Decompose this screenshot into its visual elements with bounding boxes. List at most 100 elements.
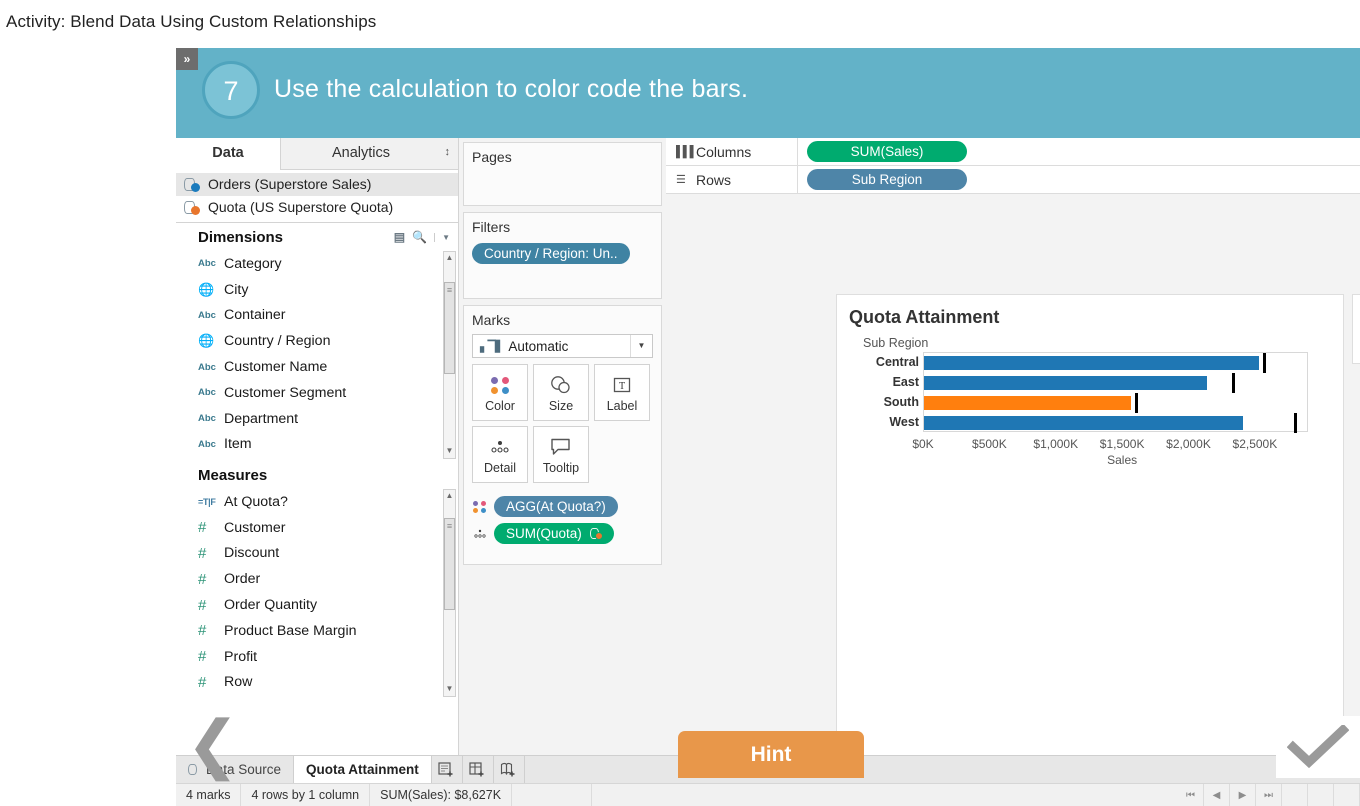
size-button[interactable]: Size	[533, 364, 589, 421]
filters-card[interactable]: Filters Country / Region: Un..	[463, 212, 662, 299]
scroll-down-arrow[interactable]: ▼	[444, 445, 455, 458]
grid-view-icon[interactable]: ▤	[394, 230, 405, 244]
data-source-orders[interactable]: Orders (Superstore Sales)	[176, 173, 458, 196]
filters-title: Filters	[472, 219, 511, 235]
new-story-icon[interactable]	[494, 756, 525, 783]
x-tick-4: $2,000K	[1166, 437, 1211, 451]
tooltip-button[interactable]: Tooltip	[533, 426, 589, 483]
measure-item-label: Order	[224, 571, 261, 588]
nav-last-button[interactable]: ⏭	[1256, 784, 1282, 806]
rows-pill-sub-region[interactable]: Sub Region	[807, 169, 967, 190]
color-legend[interactable]: AGG(At Quota?) FalseTrue	[1352, 294, 1360, 364]
scroll-up-arrow[interactable]: ▲	[444, 490, 455, 503]
page-title: Activity: Blend Data Using Custom Relati…	[6, 12, 377, 31]
sort-icon[interactable]: ↕	[445, 146, 451, 158]
new-worksheet-icon[interactable]	[432, 756, 463, 783]
new-dashboard-icon[interactable]	[463, 756, 494, 783]
bar-chart: Sub Region Central East South West $0K $500K…	[837, 336, 1343, 476]
measure-item-3[interactable]: # Order	[176, 566, 458, 592]
rows-shelf[interactable]: ☰ Rows Sub Region	[666, 166, 1360, 194]
dimension-item-4[interactable]: Abc Customer Name	[176, 354, 458, 380]
instruction-text: Use the calculation to color code the ba…	[274, 75, 749, 103]
boolean-icon: =T|F	[198, 496, 216, 507]
dimension-item-6[interactable]: Abc Department	[176, 406, 458, 432]
search-icon[interactable]: 🔍	[412, 230, 427, 244]
bar-row[interactable]	[924, 413, 1307, 433]
visualization-card[interactable]: Quota Attainment Sub Region Central East S…	[836, 294, 1344, 781]
nav-prev-button[interactable]: ◀	[1204, 784, 1230, 806]
bar-south[interactable]	[924, 396, 1132, 410]
abc-icon: Abc	[198, 258, 216, 270]
status-cell-extra-1	[512, 784, 593, 806]
dimension-item-0[interactable]: Abc Category	[176, 251, 458, 277]
dimension-item-1[interactable]: 🌐 City	[176, 277, 458, 303]
chart-title: Quota Attainment	[849, 307, 1000, 327]
data-source-quota[interactable]: Quota (US Superstore Quota)	[176, 196, 458, 219]
measure-item-label: Customer	[224, 519, 286, 536]
measure-item-7[interactable]: # Row	[176, 670, 458, 696]
measure-item-scrollbar[interactable]: ▲▼	[443, 489, 456, 697]
rows-shelf-drop[interactable]: Sub Region	[798, 169, 1360, 190]
color-button[interactable]: Color	[472, 364, 528, 421]
dimension-item-3[interactable]: 🌐 Country / Region	[176, 328, 458, 354]
scroll-down-arrow[interactable]: ▼	[444, 683, 455, 696]
measure-item-6[interactable]: # Profit	[176, 644, 458, 670]
scroll-thumb[interactable]	[444, 518, 455, 610]
nav-next-button[interactable]: ▶	[1230, 784, 1256, 806]
check-answer-button[interactable]	[1276, 716, 1360, 778]
tableau-app-frame: » 7 Use the calculation to color code th…	[176, 48, 1360, 806]
data-source-label: Quota (US Superstore Quota)	[208, 199, 394, 215]
chevron-down-icon[interactable]: ▼	[434, 232, 450, 242]
bar-chart-icon: ▖▔▋	[480, 340, 503, 353]
shelf-column: Pages Filters Country / Region: Un.. Mar…	[459, 138, 666, 755]
database-icon	[184, 200, 202, 216]
bar-row[interactable]	[924, 353, 1307, 373]
marks-title: Marks	[472, 312, 511, 328]
row-label-east: East	[892, 375, 919, 389]
tab-data[interactable]: Data	[176, 138, 281, 170]
legend-item-true[interactable]: True	[1353, 338, 1360, 354]
bar-row[interactable]	[924, 393, 1307, 413]
view-mode-icon-3[interactable]	[1334, 784, 1360, 806]
dimension-item-scrollbar[interactable]: ▲▼	[443, 251, 456, 459]
view-mode-icon-2[interactable]	[1308, 784, 1334, 806]
secondary-database-icon	[589, 527, 603, 540]
tab-analytics[interactable]: Analytics	[281, 138, 441, 170]
detail-button[interactable]: Detail	[472, 426, 528, 483]
bar-row[interactable]	[924, 373, 1307, 393]
legend-item-false[interactable]: False	[1353, 322, 1360, 338]
measure-item-5[interactable]: # Product Base Margin	[176, 618, 458, 644]
chevron-down-icon[interactable]: ▼	[630, 335, 652, 357]
label-button[interactable]: T Label	[594, 364, 650, 421]
svg-text:T: T	[619, 381, 625, 392]
bar-east[interactable]	[924, 376, 1207, 390]
back-arrow-button[interactable]: ❮	[186, 712, 248, 777]
scroll-up-arrow[interactable]: ▲	[444, 252, 455, 265]
filter-pill-country-region[interactable]: Country / Region: Un..	[472, 243, 630, 264]
scroll-thumb[interactable]	[444, 282, 455, 374]
pages-card[interactable]: Pages	[463, 142, 662, 206]
columns-shelf[interactable]: ▌▌▌ Columns SUM(Sales)	[666, 138, 1360, 166]
collapse-panel-icon[interactable]: »	[176, 48, 198, 70]
columns-pill-sum-sales[interactable]: SUM(Sales)	[807, 141, 967, 162]
reference-line-east	[1232, 373, 1235, 393]
data-pane-tabs: Data Analytics ↕	[176, 138, 458, 170]
nav-first-button[interactable]: ⏮	[1178, 784, 1204, 806]
measure-item-2[interactable]: # Discount	[176, 541, 458, 567]
measure-item-4[interactable]: # Order Quantity	[176, 592, 458, 618]
bar-central[interactable]	[924, 356, 1259, 370]
marks-pill-sum-quota[interactable]: SUM(Quota)	[494, 523, 614, 544]
tab-quota-attainment[interactable]: Quota Attainment	[294, 756, 432, 783]
dimension-item-5[interactable]: Abc Customer Segment	[176, 380, 458, 406]
bar-west[interactable]	[924, 416, 1243, 430]
hint-button[interactable]: Hint	[678, 731, 864, 778]
columns-shelf-drop[interactable]: SUM(Sales)	[798, 141, 1360, 162]
mark-type-dropdown[interactable]: ▖▔▋ Automatic ▼	[472, 334, 653, 358]
dimension-item-2[interactable]: Abc Container	[176, 303, 458, 329]
measure-item-1[interactable]: # Customer	[176, 515, 458, 541]
dimension-item-7[interactable]: Abc Item	[176, 432, 458, 458]
pages-title: Pages	[472, 149, 512, 165]
measure-item-0[interactable]: =T|F At Quota?	[176, 489, 458, 515]
marks-pill-agg-at-quota[interactable]: AGG(At Quota?)	[494, 496, 618, 517]
view-mode-icon-1[interactable]	[1282, 784, 1308, 806]
